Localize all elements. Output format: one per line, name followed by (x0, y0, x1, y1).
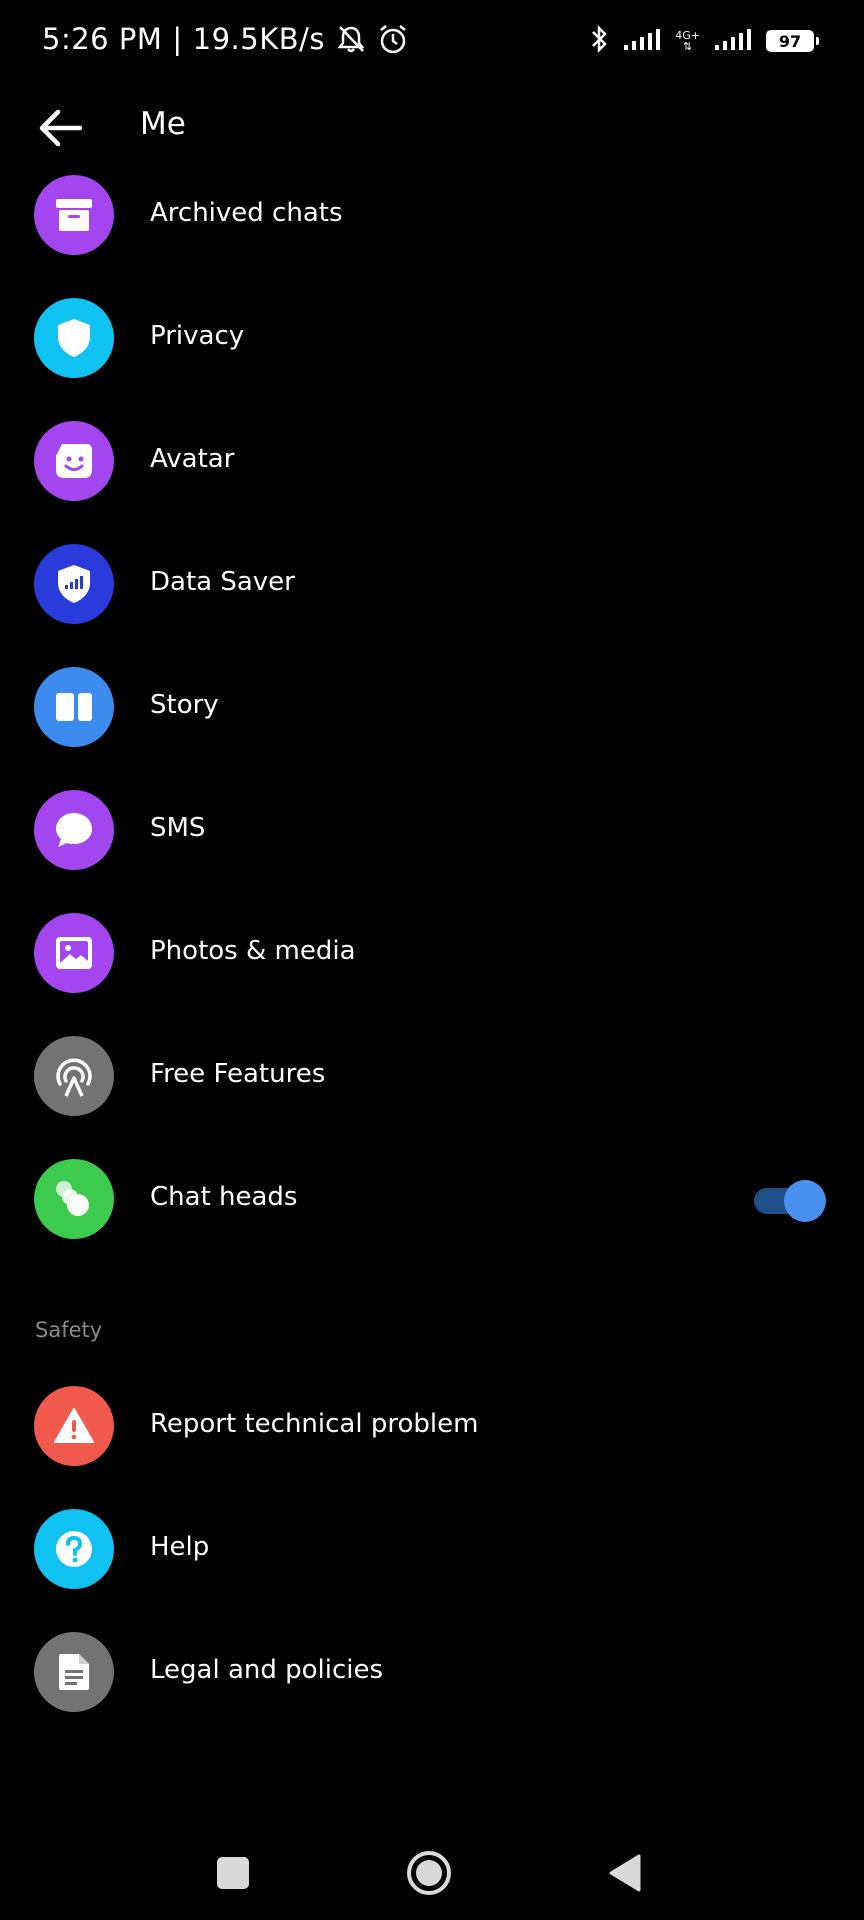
section-header-safety: Safety (35, 1318, 103, 1342)
settings-item-label: Photos & media (150, 936, 356, 966)
settings-item-report-problem[interactable]: Report technical problem (0, 1371, 864, 1481)
settings-item-free-features[interactable]: Free Features (0, 1021, 864, 1131)
settings-item-help[interactable]: Help (0, 1494, 864, 1604)
back-arrow-icon (39, 109, 82, 147)
settings-item-label: Privacy (150, 321, 245, 351)
recents-button[interactable] (208, 1848, 258, 1898)
broadcast-icon-circle (34, 1036, 114, 1116)
back-button[interactable] (34, 102, 86, 154)
shield-icon-circle (34, 298, 114, 378)
photo-icon (56, 937, 92, 969)
settings-item-label: SMS (150, 813, 206, 843)
battery-icon: 97 (766, 30, 819, 52)
status-bar: 5:26 PM | 19.5KB/s 4G+ ⇅ 97 (0, 0, 864, 84)
alarm-icon (377, 23, 409, 55)
settings-item-label: Free Features (150, 1059, 326, 1089)
network-type: 4G+ ⇅ (675, 29, 700, 53)
status-speed: 19.5KB/s (192, 22, 326, 56)
triangle-back-icon (609, 1854, 641, 1892)
chat-heads-toggle[interactable] (754, 1180, 826, 1222)
signal-icon-2 (714, 27, 752, 55)
settings-item-label: Help (150, 1532, 210, 1562)
status-right: 4G+ ⇅ 97 (589, 24, 819, 58)
document-icon-circle (34, 1632, 114, 1712)
data-saver-icon-circle (34, 544, 114, 624)
help-icon-circle (34, 1509, 114, 1589)
settings-item-label: Legal and policies (150, 1655, 384, 1685)
chat-heads-icon-circle (34, 1159, 114, 1239)
home-button[interactable] (404, 1848, 454, 1898)
chat-bubble-icon (56, 813, 92, 847)
archive-icon (56, 199, 92, 231)
settings-item-label: Avatar (150, 444, 235, 474)
header: Me (0, 84, 864, 168)
status-left: 5:26 PM | 19.5KB/s (42, 22, 409, 56)
data-saver-icon (58, 565, 90, 603)
page-title: Me (140, 106, 186, 142)
warning-icon-circle (34, 1386, 114, 1466)
muted-bell-icon (335, 24, 367, 54)
settings-item-data-saver[interactable]: Data Saver (0, 529, 864, 639)
avatar-icon-circle (34, 421, 114, 501)
settings-item-chat-heads[interactable]: Chat heads (0, 1144, 864, 1254)
help-icon (56, 1531, 92, 1567)
settings-item-label: Report technical problem (150, 1409, 479, 1439)
back-nav-button[interactable] (600, 1848, 650, 1898)
settings-item-label: Chat heads (150, 1182, 298, 1212)
story-icon (56, 693, 92, 721)
avatar-icon (56, 444, 92, 478)
archive-icon-circle (34, 175, 114, 255)
status-time: 5:26 PM (42, 22, 163, 56)
shield-icon (58, 319, 90, 357)
document-icon (59, 1654, 89, 1690)
signal-icon (623, 27, 661, 55)
settings-item-avatar[interactable]: Avatar (0, 406, 864, 516)
settings-item-privacy[interactable]: Privacy (0, 283, 864, 393)
settings-item-story[interactable]: Story (0, 652, 864, 762)
settings-item-photos-media[interactable]: Photos & media (0, 898, 864, 1008)
settings-item-legal-policies[interactable]: Legal and policies (0, 1617, 864, 1727)
settings-item-sms[interactable]: SMS (0, 775, 864, 885)
settings-item-label: Archived chats (150, 198, 343, 228)
settings-item-label: Story (150, 690, 219, 720)
chat-heads-icon (56, 1181, 89, 1216)
toggle-thumb (784, 1180, 826, 1222)
bluetooth-icon (589, 24, 609, 58)
home-circle-icon (407, 1851, 451, 1895)
settings-item-archived-chats[interactable]: Archived chats (0, 160, 864, 270)
warning-icon (54, 1408, 94, 1443)
settings-item-label: Data Saver (150, 567, 295, 597)
photo-icon-circle (34, 913, 114, 993)
broadcast-icon (56, 1058, 92, 1097)
chat-bubble-icon-circle (34, 790, 114, 870)
square-icon (217, 1857, 249, 1889)
system-nav-bar (0, 1820, 864, 1920)
story-icon-circle (34, 667, 114, 747)
